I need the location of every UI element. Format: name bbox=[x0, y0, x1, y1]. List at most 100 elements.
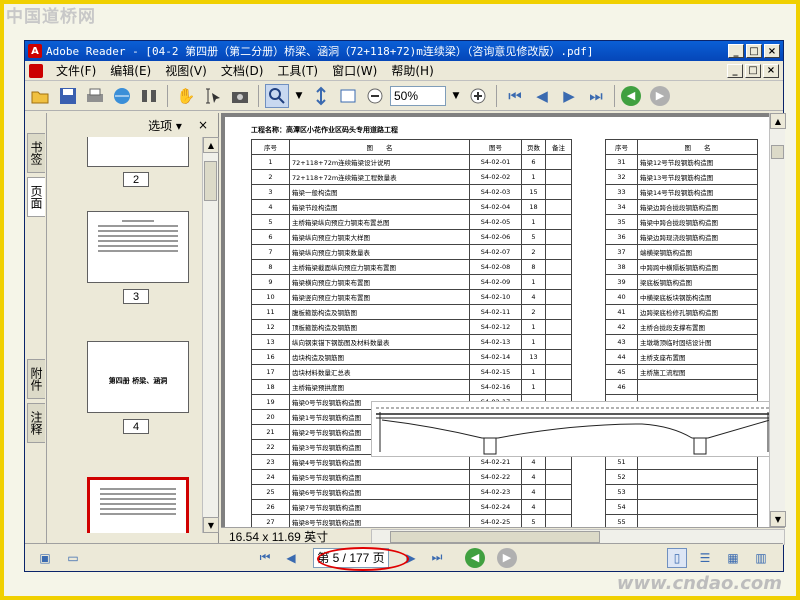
row-name-right bbox=[637, 484, 758, 500]
scroll-up-icon[interactable]: ▲ bbox=[203, 137, 219, 153]
zoom-input[interactable]: 50% bbox=[390, 85, 446, 106]
go-back-icon[interactable]: ◀ bbox=[621, 85, 641, 106]
row-note bbox=[545, 499, 572, 515]
zoom-out-icon[interactable] bbox=[363, 84, 387, 108]
thumbnail-scrollbar[interactable]: ▲ ▼ bbox=[202, 137, 219, 533]
doc-scroll-up-icon[interactable]: ▲ bbox=[770, 113, 786, 129]
snapshot-icon[interactable] bbox=[228, 84, 252, 108]
row-pages: 1 bbox=[521, 169, 546, 185]
fit-width-icon[interactable] bbox=[336, 84, 360, 108]
menu-file[interactable]: 文件(F) bbox=[49, 62, 103, 79]
row-no-right: 34 bbox=[605, 199, 638, 215]
page-thumbnail-4[interactable]: 第四册 桥梁、涵洞 bbox=[87, 341, 189, 413]
continuous-facing-layout-icon[interactable]: ▥ bbox=[751, 548, 771, 568]
row-note bbox=[545, 289, 572, 305]
open-icon[interactable] bbox=[29, 84, 53, 108]
row-no: 3 bbox=[251, 184, 290, 200]
fit-height-icon[interactable] bbox=[309, 84, 333, 108]
document-view[interactable]: 工程名称：高潭区小花作业区码头专用道路工程 序号 图 名 图号 页数 备注 序号… bbox=[221, 113, 769, 527]
save-icon[interactable] bbox=[56, 84, 80, 108]
adobe-reader-icon: A bbox=[28, 44, 42, 58]
first-page-icon[interactable]: ⏮ bbox=[503, 84, 527, 108]
tab-attachments[interactable]: 附件 bbox=[27, 359, 45, 399]
row-code: S4-02-06 bbox=[469, 229, 522, 245]
search-icon[interactable] bbox=[137, 84, 161, 108]
status-previous-page-icon[interactable]: ◀ bbox=[281, 548, 301, 568]
row-code: S4-02-23 bbox=[469, 484, 522, 500]
continuous-layout-icon[interactable]: ☰ bbox=[695, 548, 715, 568]
doc-scroll-down-icon[interactable]: ▼ bbox=[770, 511, 786, 527]
status-first-page-icon[interactable]: ⏮ bbox=[255, 548, 275, 568]
table-header-row: 序号 图 名 图号 页数 备注 序号 图 名 bbox=[251, 139, 758, 155]
row-name-right bbox=[637, 499, 758, 515]
row-no: 8 bbox=[251, 259, 290, 275]
row-pages: 1 bbox=[521, 274, 546, 290]
menu-edit[interactable]: 编辑(E) bbox=[103, 62, 158, 79]
pages-panel: 选项 ▾ × 2 3 第四册 桥梁、涵洞 4 ▲ ▼ bbox=[47, 113, 219, 543]
row-name: 72+118+72m连续箱梁设计说明 bbox=[289, 154, 470, 170]
zoom-tool-dropdown-icon[interactable]: ▼ bbox=[292, 86, 306, 106]
zoom-plus-icon[interactable] bbox=[466, 84, 490, 108]
doc-minimize-button[interactable]: _ bbox=[727, 63, 743, 78]
row-code: S4-02-04 bbox=[469, 199, 522, 215]
bridge-elevation-drawing bbox=[371, 401, 769, 457]
row-code: S4-02-16 bbox=[469, 379, 522, 395]
table-row: 18 主桥箱梁预拱度图 S4-02-16 1 46 bbox=[251, 379, 758, 395]
scroll-down-icon[interactable]: ▼ bbox=[203, 517, 219, 533]
minimize-button[interactable]: _ bbox=[728, 44, 744, 58]
menu-help[interactable]: 帮助(H) bbox=[384, 62, 440, 79]
row-code: S4-02-12 bbox=[469, 319, 522, 335]
tab-bookmarks[interactable]: 书签 bbox=[27, 133, 45, 173]
row-name-right: 箱梁13号节段钢筋构造图 bbox=[637, 169, 758, 185]
drawing-index-table: 序号 图 名 图号 页数 备注 序号 图 名 1 72+118+72m连续箱梁设计… bbox=[251, 139, 758, 527]
tab-comments[interactable]: 注释 bbox=[27, 403, 45, 443]
facing-layout-icon[interactable]: ▦ bbox=[723, 548, 743, 568]
table-gap bbox=[571, 469, 606, 485]
row-note bbox=[545, 244, 572, 260]
close-button[interactable]: × bbox=[764, 44, 780, 58]
table-gap bbox=[571, 244, 606, 260]
menu-view[interactable]: 视图(V) bbox=[158, 62, 214, 79]
status-go-back-icon[interactable]: ◀ bbox=[465, 547, 485, 568]
row-no: 21 bbox=[251, 424, 290, 440]
email-icon[interactable] bbox=[110, 84, 134, 108]
header-no-right: 序号 bbox=[605, 139, 638, 155]
zoom-in-icon[interactable] bbox=[265, 83, 289, 108]
doc-restore-button[interactable]: □ bbox=[745, 63, 761, 78]
page-thumbnail-5[interactable] bbox=[87, 477, 189, 533]
menu-tools[interactable]: 工具(T) bbox=[270, 62, 325, 79]
hand-tool-icon[interactable]: ✋ bbox=[174, 84, 198, 108]
status-go-forward-icon[interactable]: ▶ bbox=[497, 547, 517, 568]
table-row: 24 箱梁5号节段钢筋构造图 S4-02-22 4 52 bbox=[251, 469, 758, 485]
row-name-right: 主墩墩顶临时固结设计图 bbox=[637, 334, 758, 350]
maximize-button[interactable]: □ bbox=[746, 44, 762, 58]
panel-close-button[interactable]: × bbox=[198, 118, 208, 132]
doc-scroll-thumb[interactable] bbox=[771, 145, 784, 159]
page-thumbnail-2[interactable] bbox=[87, 137, 189, 167]
last-page-icon[interactable]: ⏭ bbox=[584, 84, 608, 108]
tab-pages[interactable]: 页面 bbox=[27, 177, 45, 217]
scroll-thumb[interactable] bbox=[204, 161, 217, 201]
zoom-dropdown-icon[interactable]: ▼ bbox=[449, 86, 463, 106]
doc-close-button[interactable]: × bbox=[763, 63, 779, 78]
row-no: 18 bbox=[251, 379, 290, 395]
horizontal-scroll-thumb[interactable] bbox=[390, 530, 600, 543]
hide-panel-icon[interactable]: ▭ bbox=[63, 548, 83, 568]
menu-window[interactable]: 窗口(W) bbox=[325, 62, 384, 79]
previous-page-icon[interactable]: ◀ bbox=[530, 84, 554, 108]
row-pages: 1 bbox=[521, 319, 546, 335]
single-page-layout-icon[interactable]: ▯ bbox=[667, 547, 687, 568]
page-thumbnail-3[interactable] bbox=[87, 211, 189, 283]
go-forward-icon[interactable]: ▶ bbox=[650, 85, 670, 106]
select-text-icon[interactable] bbox=[201, 84, 225, 108]
print-icon[interactable] bbox=[83, 84, 107, 108]
options-menu[interactable]: 选项 ▾ bbox=[148, 117, 182, 134]
table-row: 5 主桥箱梁纵向预应力钢束布置总图 S4-02-05 1 35 箱梁中跨合拢段钢筋构造图 bbox=[251, 214, 758, 230]
document-scrollbar[interactable]: ▲ ▼ bbox=[769, 113, 786, 527]
document-icon[interactable] bbox=[29, 63, 43, 78]
next-page-icon[interactable]: ▶ bbox=[557, 84, 581, 108]
status-last-page-icon[interactable]: ⏭ bbox=[427, 548, 447, 568]
row-note bbox=[545, 169, 572, 185]
show-panel-icon[interactable]: ▣ bbox=[35, 548, 55, 568]
menu-document[interactable]: 文档(D) bbox=[214, 62, 271, 79]
